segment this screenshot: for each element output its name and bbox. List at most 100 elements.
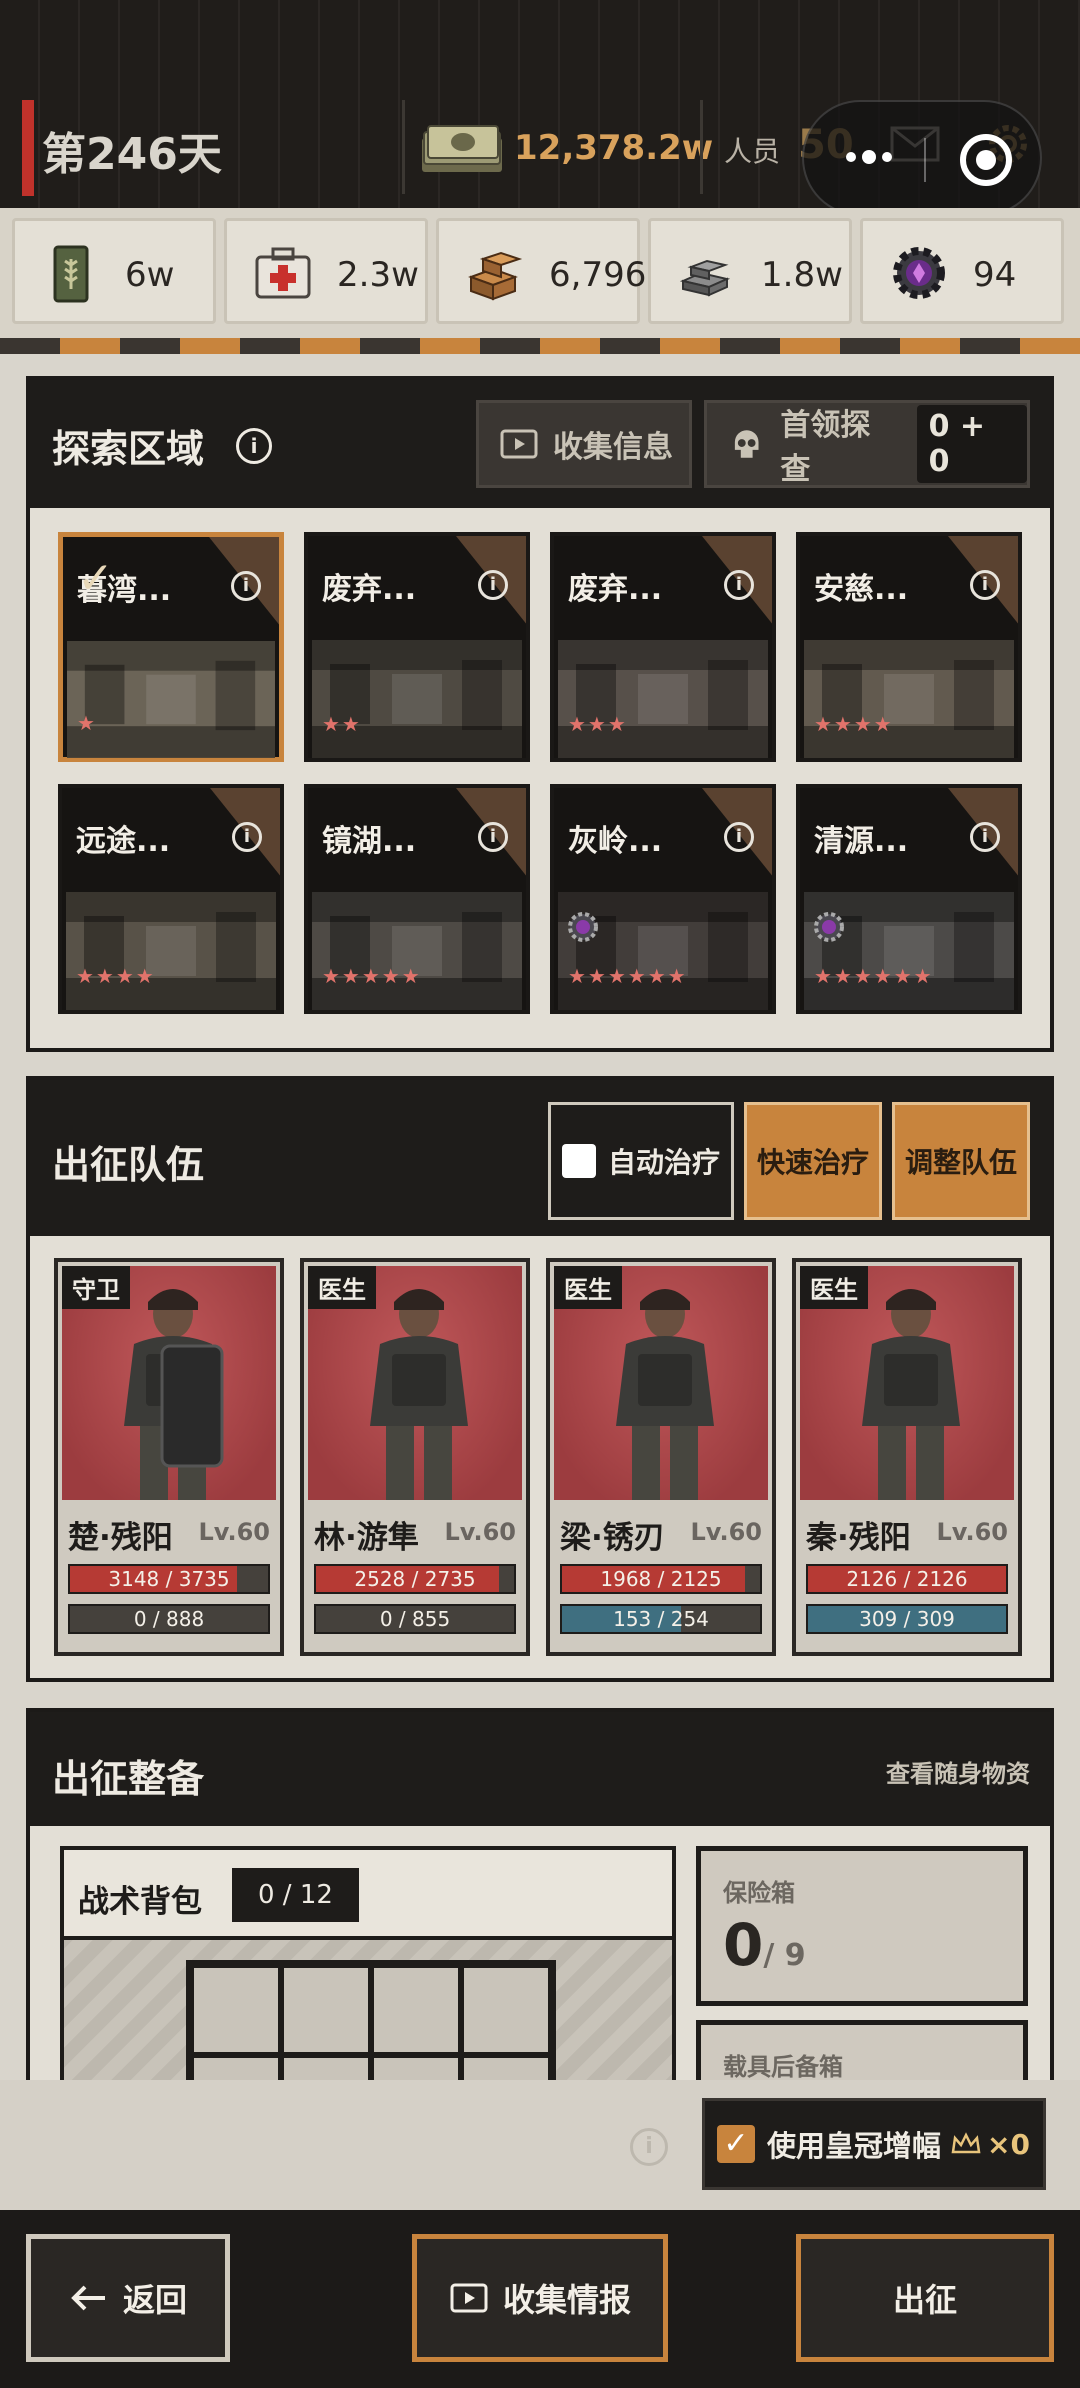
area-info-icon[interactable]: i (478, 570, 508, 600)
quick-heal-button[interactable]: 快速治疗 (744, 1102, 882, 1220)
backpack-slot[interactable] (461, 1965, 551, 2055)
back-button[interactable]: 返回 (26, 2234, 230, 2362)
resource-food[interactable]: 6w (12, 218, 216, 324)
gear-chip-icon (814, 912, 844, 942)
area-info-icon[interactable]: i (970, 570, 1000, 600)
resource-medicine[interactable]: 2.3w (224, 218, 428, 324)
team-member-card[interactable]: 医生 秦·残阳 Lv.60 2126 / 2126 309 / 309 (792, 1258, 1022, 1656)
member-hp-bar: 2126 / 2126 (806, 1564, 1008, 1594)
area-difficulty-stars: ★★★ (568, 712, 628, 736)
auto-heal-checkbox[interactable] (561, 1144, 596, 1178)
member-hp-text: 2126 / 2126 (846, 1567, 968, 1591)
area-card[interactable]: 远途... i ★★★★ (58, 784, 284, 1014)
collect-intel-button[interactable]: 收集情报 (412, 2234, 668, 2362)
crown-checkbox-checked[interactable]: ✓ (717, 2125, 755, 2163)
team-panel: 出征队伍 自动治疗 快速治疗 调整队伍 守卫 楚·残阳 Lv.60 3148 / 37… (26, 1076, 1054, 1682)
crown-icon (951, 2132, 981, 2154)
safe-box[interactable]: 保险箱 0/ 9 (696, 1846, 1028, 2006)
backpack-slot[interactable] (191, 1965, 281, 2055)
resource-parts[interactable]: 94 (860, 218, 1064, 324)
collect-info-button[interactable]: 收集信息 (476, 400, 692, 488)
resource-value: 6w (125, 255, 175, 295)
depart-button[interactable]: 出征 (796, 2234, 1054, 2362)
team-member-card[interactable]: 守卫 楚·残阳 Lv.60 3148 / 3735 0 / 888 (54, 1258, 284, 1656)
explore-header: 探索区域 i 收集信息 首领探查 0 + 0 (30, 380, 1050, 508)
member-level: Lv.60 (690, 1518, 763, 1546)
resource-value: 2.3w (337, 255, 419, 295)
adjust-team-button[interactable]: 调整队伍 (892, 1102, 1030, 1220)
safe-capacity: 0/ 9 (723, 1911, 806, 1979)
view-items-link[interactable]: 查看随身物资 (886, 1754, 1030, 1789)
explore-info-icon[interactable]: i (236, 428, 272, 464)
member-hp-bar: 1968 / 2125 (560, 1564, 762, 1594)
wood-blocks-icon (468, 251, 523, 301)
resource-wood[interactable]: 6,796 (436, 218, 646, 324)
team-header: 出征队伍 自动治疗 快速治疗 调整队伍 (30, 1080, 1050, 1236)
explore-title: 探索区域 (52, 427, 205, 471)
area-card[interactable]: 暮湾... i ★ ✓ (58, 532, 284, 762)
hazard-stripe (0, 338, 1080, 354)
auto-heal-label: 自动治疗 (607, 1146, 720, 1179)
staff-label: 人员 (724, 135, 781, 168)
area-card[interactable]: 镜湖... i ★★★★★ (304, 784, 530, 1014)
crown-info-icon[interactable]: i (630, 2128, 668, 2166)
member-energy-bar: 153 / 254 (560, 1604, 762, 1634)
area-info-icon[interactable]: i (232, 822, 262, 852)
area-name: 废弃... (568, 572, 663, 607)
member-energy-text: 0 / 888 (133, 1607, 205, 1631)
selected-check-icon: ✓ (77, 553, 114, 604)
member-energy-text: 0 / 855 (379, 1607, 451, 1631)
divider (402, 100, 405, 194)
tactical-backpack: 战术背包 0 / 12 (60, 1846, 676, 2106)
area-thumbnail (312, 640, 522, 758)
area-card[interactable]: 废弃... i ★★★ (550, 532, 776, 762)
crown-boost-toggle[interactable]: ✓ 使用皇冠增幅 ×0 (702, 2098, 1046, 2190)
money-amount: 12,378.2w (514, 128, 714, 168)
boss-scout-button[interactable]: 首领探查 0 + 0 (704, 400, 1030, 488)
team-member-card[interactable]: 医生梁·锈刃 Lv.60 1968 / 2125 153 / 254 (546, 1258, 776, 1656)
more-dots-icon[interactable] (846, 146, 898, 165)
area-info-icon[interactable]: i (724, 570, 754, 600)
area-card[interactable]: 废弃... i ★★ (304, 532, 530, 762)
member-energy-text: 309 / 309 (859, 1607, 955, 1631)
backpack-slot[interactable] (371, 1965, 461, 2055)
area-name: 清源... (814, 824, 909, 859)
area-card[interactable]: 灰岭... i ★★★★★★ (550, 784, 776, 1014)
member-hp-text: 3148 / 3735 (108, 1567, 230, 1591)
area-card[interactable]: 安慈... i ★★★★ (796, 532, 1022, 762)
team-member-card[interactable]: 医生 林·游隼 Lv.60 2528 / 2735 0 / 855 (300, 1258, 530, 1656)
resource-bar: 6w 2.3w 6,796 1.8w 94 (0, 208, 1080, 338)
area-difficulty-stars: ★★ (322, 712, 362, 736)
area-info-icon[interactable]: i (231, 571, 261, 601)
area-name: 灰岭... (568, 824, 663, 859)
crown-count: ×0 (987, 2127, 1030, 2161)
member-hp-bar: 2528 / 2735 (314, 1564, 516, 1594)
explore-panel: 探索区域 i 收集信息 首领探查 0 + 0 暮湾... i ★ ✓ 废弃... i ★★ 废… (26, 376, 1054, 1052)
area-name: 安慈... (814, 572, 909, 607)
boss-count-badge: 0 + 0 (916, 405, 1027, 483)
medkit-icon (255, 247, 311, 299)
play-icon (450, 2283, 488, 2313)
member-name: 秦·残阳 (806, 1520, 911, 1556)
member-role-badge: 医生 (554, 1266, 622, 1309)
area-difficulty-stars: ★★★★★ (322, 964, 422, 988)
area-info-icon[interactable]: i (970, 822, 1000, 852)
backpack-header: 战术背包 0 / 12 (64, 1850, 672, 1940)
auto-heal-toggle[interactable]: 自动治疗 (548, 1102, 734, 1220)
member-level: Lv.60 (444, 1518, 517, 1546)
cash-stack-icon (422, 125, 502, 172)
skull-icon (734, 430, 759, 458)
member-name: 梁·锈刃 (560, 1520, 665, 1556)
member-energy-bar: 309 / 309 (806, 1604, 1008, 1634)
member-role-badge: 守卫 (62, 1266, 130, 1309)
area-card[interactable]: 清源... i ★★★★★★ (796, 784, 1022, 1014)
backpack-title: 战术背包 (78, 1884, 202, 1920)
area-thumbnail (558, 640, 768, 758)
arrow-left-icon (71, 2285, 105, 2311)
area-info-icon[interactable]: i (724, 822, 754, 852)
resource-steel[interactable]: 1.8w (648, 218, 852, 324)
backpack-slot[interactable] (281, 1965, 371, 2055)
close-target-icon[interactable] (960, 134, 1012, 186)
area-info-icon[interactable]: i (478, 822, 508, 852)
adjust-team-label: 调整队伍 (904, 1146, 1017, 1179)
